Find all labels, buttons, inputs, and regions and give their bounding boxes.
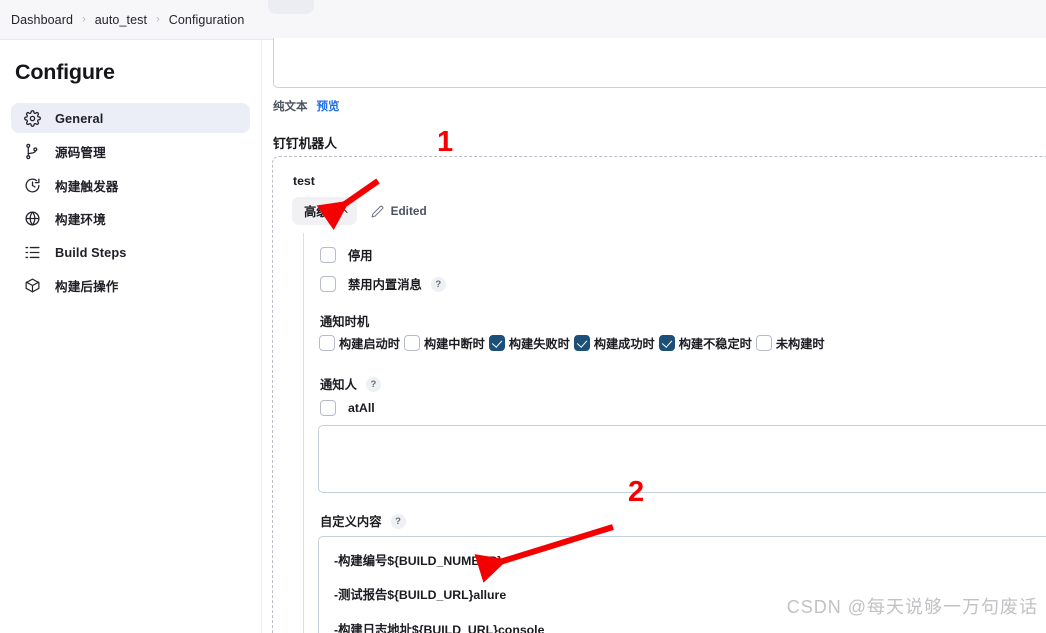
timing-checkbox-aborted[interactable] (403, 335, 420, 351)
clock-icon (23, 176, 42, 195)
timing-option-success: 构建成功时 (573, 334, 655, 352)
disable-checkbox[interactable] (320, 247, 336, 263)
globe-icon (23, 209, 42, 228)
app-window: Dashboard › auto_test › Configuration Co… (0, 0, 1046, 633)
mute-builtin-checkbox[interactable] (320, 276, 336, 292)
page-title: Configure (15, 60, 115, 84)
list-steps-icon (23, 243, 42, 262)
timing-checkbox-start[interactable] (319, 335, 335, 351)
timing-label-failure: 构建失败时 (508, 337, 570, 351)
breadcrumb-separator: › (156, 13, 160, 25)
pencil-icon (371, 205, 384, 218)
advanced-toggle-button[interactable]: 高级 (292, 197, 357, 225)
mute-builtin-label: 禁用内置消息 (348, 278, 422, 292)
timing-label-start: 构建启动时 (339, 337, 400, 351)
checkbox-row-atall: atAll (320, 400, 375, 416)
disable-label: 停用 (348, 249, 373, 263)
package-icon (23, 276, 42, 295)
plain-text-label[interactable]: 纯文本 (273, 98, 308, 114)
sidebar-nav: General 源码管理 构建触发器 构建环境 Build Steps 构建后操… (0, 103, 261, 301)
sidebar-item-label: 源码管理 (55, 146, 106, 160)
edited-label: Edited (390, 204, 427, 218)
timing-label-success: 构建成功时 (593, 337, 655, 351)
watermark: CSDN @每天说够一万句废话 (786, 597, 1038, 617)
robot-settings-panel: 停用 禁用内置消息 ? 通知时机 构建启动时 构建中断时 构建失败时 构建成功时… (303, 233, 1046, 633)
sidebar-item-label: Build Steps (55, 244, 127, 260)
sidebar-item-source-management[interactable]: 源码管理 (11, 137, 250, 167)
timing-option-unstable: 构建不稳定时 (658, 334, 752, 352)
atall-label: atAll (348, 401, 375, 415)
sidebar-item-build-environment[interactable]: 构建环境 (11, 204, 250, 234)
breadcrumb-separator: › (82, 13, 86, 25)
help-icon-people[interactable]: ? (365, 376, 381, 392)
timing-option-failure: 构建失败时 (488, 334, 570, 352)
preview-link[interactable]: 预览 (317, 98, 340, 114)
annotation-marker-1: 1 (437, 126, 454, 158)
edited-status: Edited (371, 204, 427, 218)
sidebar: Configure General 源码管理 构建触发器 构建环境 Build … (0, 40, 262, 633)
top-textarea[interactable] (273, 38, 1046, 88)
timing-option-start: 构建启动时 (319, 334, 400, 352)
timing-checkbox-unstable[interactable] (658, 335, 675, 351)
robot-name: test (293, 174, 315, 188)
timing-checkbox-notbuilt[interactable] (755, 335, 772, 351)
custom-content-line: -构建编号${BUILD_NUMBER} (334, 554, 503, 568)
sidebar-item-label: 构建后操作 (55, 280, 119, 294)
timing-label-unstable: 构建不稳定时 (678, 337, 752, 351)
people-textarea[interactable] (318, 425, 1046, 493)
timing-option-notbuilt: 未构建时 (755, 334, 825, 352)
sidebar-item-label: General (55, 110, 104, 126)
section-title-dingtalk: 钉钉机器人 (273, 136, 337, 151)
breadcrumb-item-auto-test[interactable]: auto_test (95, 13, 147, 27)
chevron-up-icon (335, 206, 348, 219)
timing-checkbox-success[interactable] (573, 335, 590, 351)
people-heading-row: 通知人 ? (320, 375, 381, 393)
tab-ghost-decoration (268, 0, 314, 14)
dingtalk-robot-card: test 高级 Edited 停用 禁用内置消息 ? 通知时机 构建启动时 构建… (272, 156, 1046, 633)
breadcrumb-bar: Dashboard › auto_test › Configuration (0, 0, 1046, 40)
people-heading: 通知人 (320, 378, 357, 392)
custom-content-heading: 自定义内容 (320, 515, 382, 529)
main-content: 纯文本 预览 钉钉机器人 test 高级 Edited 停用 禁用内置消息 ? … (263, 38, 1046, 633)
sidebar-item-general[interactable]: General (11, 103, 250, 133)
timing-heading: 通知时机 (320, 315, 370, 329)
timing-checkbox-failure[interactable] (488, 335, 505, 351)
source-branch-icon (23, 142, 42, 161)
custom-content-line: -构建日志地址${BUILD_URL}console (334, 622, 545, 633)
advanced-button-label: 高级 (304, 205, 329, 219)
advanced-row: 高级 Edited (292, 197, 427, 225)
custom-content-heading-row: 自定义内容 ? (320, 512, 406, 530)
timing-checkbox-row: 构建启动时 构建中断时 构建失败时 构建成功时 构建不稳定时 未构建时 (319, 334, 829, 352)
sidebar-item-label: 构建触发器 (55, 179, 119, 194)
timing-option-aborted: 构建中断时 (403, 334, 485, 352)
gear-icon (23, 109, 42, 128)
help-icon-custom-content[interactable]: ? (390, 513, 406, 529)
breadcrumb-item-configuration[interactable]: Configuration (169, 13, 245, 27)
breadcrumb-item-dashboard[interactable]: Dashboard (11, 13, 73, 27)
help-icon-mute-builtin[interactable]: ? (430, 276, 446, 292)
timing-label-aborted: 构建中断时 (423, 337, 485, 351)
atall-checkbox[interactable] (320, 400, 336, 416)
editor-mode-row: 纯文本 预览 (273, 98, 340, 114)
checkbox-row-disable: 停用 (320, 246, 373, 264)
sidebar-item-label: 构建环境 (55, 213, 106, 227)
checkbox-row-mute-builtin: 禁用内置消息 ? (320, 275, 446, 293)
sidebar-item-post-build-actions[interactable]: 构建后操作 (11, 271, 250, 301)
annotation-marker-2: 2 (628, 476, 645, 508)
sidebar-item-build-steps[interactable]: Build Steps (11, 237, 250, 267)
sidebar-item-build-triggers[interactable]: 构建触发器 (11, 170, 250, 200)
timing-label-notbuilt: 未构建时 (775, 337, 825, 351)
